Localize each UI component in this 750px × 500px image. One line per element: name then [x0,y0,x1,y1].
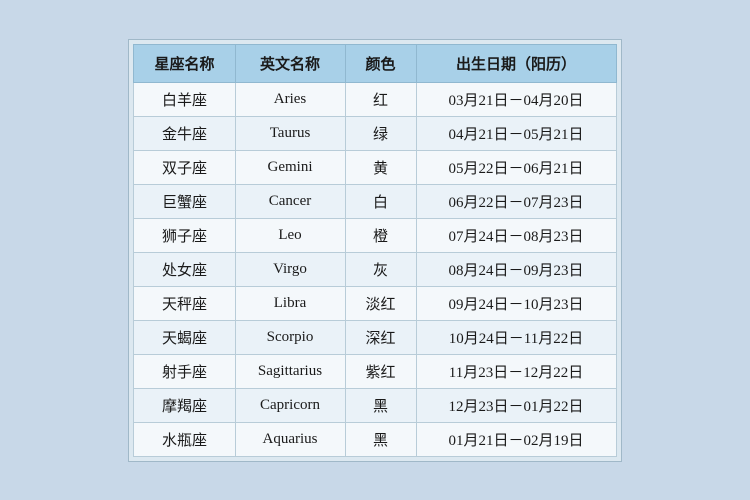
table-row: 射手座Sagittarius紫红11月23日－12月22日 [134,354,616,388]
cell-color: 深红 [345,320,416,354]
cell-color: 绿 [345,116,416,150]
cell-date: 09月24日－10月23日 [416,286,616,320]
cell-english: Gemini [235,150,345,184]
cell-color: 红 [345,82,416,116]
cell-date: 03月21日－04月20日 [416,82,616,116]
cell-english: Leo [235,218,345,252]
cell-chinese: 射手座 [134,354,235,388]
cell-date: 08月24日－09月23日 [416,252,616,286]
cell-color: 橙 [345,218,416,252]
cell-chinese: 巨蟹座 [134,184,235,218]
cell-english: Libra [235,286,345,320]
table-row: 水瓶座Aquarius黑01月21日－02月19日 [134,422,616,456]
cell-english: Sagittarius [235,354,345,388]
cell-date: 11月23日－12月22日 [416,354,616,388]
header-chinese: 星座名称 [134,44,235,82]
table-row: 金牛座Taurus绿04月21日－05月21日 [134,116,616,150]
table-row: 狮子座Leo橙07月24日－08月23日 [134,218,616,252]
cell-english: Aquarius [235,422,345,456]
cell-english: Virgo [235,252,345,286]
cell-color: 淡红 [345,286,416,320]
cell-chinese: 金牛座 [134,116,235,150]
cell-english: Capricorn [235,388,345,422]
table-row: 处女座Virgo灰08月24日－09月23日 [134,252,616,286]
zodiac-table: 星座名称 英文名称 颜色 出生日期（阳历） 白羊座Aries红03月21日－04… [133,44,616,457]
header-english: 英文名称 [235,44,345,82]
cell-date: 12月23日－01月22日 [416,388,616,422]
cell-chinese: 白羊座 [134,82,235,116]
table-row: 双子座Gemini黄05月22日－06月21日 [134,150,616,184]
cell-color: 黄 [345,150,416,184]
cell-color: 灰 [345,252,416,286]
cell-color: 白 [345,184,416,218]
table-row: 巨蟹座Cancer白06月22日－07月23日 [134,184,616,218]
table-row: 天秤座Libra淡红09月24日－10月23日 [134,286,616,320]
header-color: 颜色 [345,44,416,82]
cell-english: Scorpio [235,320,345,354]
table-row: 天蝎座Scorpio深红10月24日－11月22日 [134,320,616,354]
cell-date: 05月22日－06月21日 [416,150,616,184]
cell-date: 07月24日－08月23日 [416,218,616,252]
header-date: 出生日期（阳历） [416,44,616,82]
cell-color: 黑 [345,388,416,422]
cell-date: 04月21日－05月21日 [416,116,616,150]
cell-english: Cancer [235,184,345,218]
table-row: 白羊座Aries红03月21日－04月20日 [134,82,616,116]
cell-date: 10月24日－11月22日 [416,320,616,354]
cell-english: Taurus [235,116,345,150]
table-header-row: 星座名称 英文名称 颜色 出生日期（阳历） [134,44,616,82]
cell-chinese: 双子座 [134,150,235,184]
cell-chinese: 水瓶座 [134,422,235,456]
cell-chinese: 狮子座 [134,218,235,252]
cell-chinese: 处女座 [134,252,235,286]
cell-date: 06月22日－07月23日 [416,184,616,218]
table-row: 摩羯座Capricorn黑12月23日－01月22日 [134,388,616,422]
cell-english: Aries [235,82,345,116]
cell-chinese: 天蝎座 [134,320,235,354]
zodiac-table-container: 星座名称 英文名称 颜色 出生日期（阳历） 白羊座Aries红03月21日－04… [128,39,621,462]
cell-date: 01月21日－02月19日 [416,422,616,456]
cell-chinese: 天秤座 [134,286,235,320]
cell-color: 黑 [345,422,416,456]
cell-chinese: 摩羯座 [134,388,235,422]
cell-color: 紫红 [345,354,416,388]
